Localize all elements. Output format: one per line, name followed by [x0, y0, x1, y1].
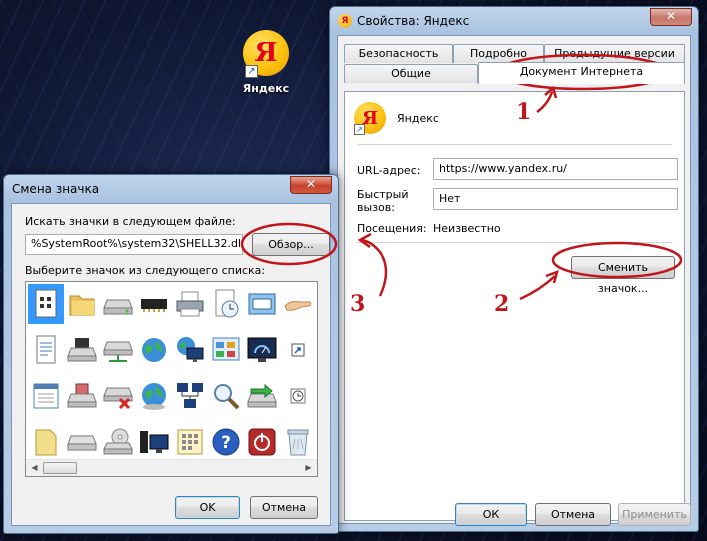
annotation-arrow-2	[519, 275, 556, 301]
annotation-number-2: 2	[494, 291, 510, 317]
annotation-ellipse-3	[240, 222, 338, 266]
annotation-number-1: 1	[516, 99, 532, 125]
annotation-number-3: 3	[350, 291, 366, 317]
annotation-arrow-1	[536, 91, 554, 114]
tab-internet-document[interactable]: Документ Интернета	[478, 62, 685, 84]
annotation-ellipse-2	[551, 241, 683, 279]
annotation-arrow-3	[361, 238, 388, 297]
